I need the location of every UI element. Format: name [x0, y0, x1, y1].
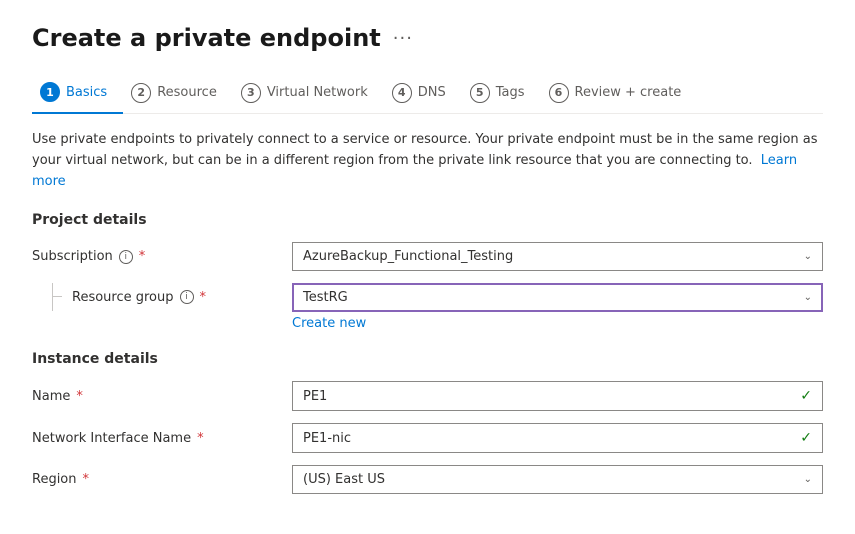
- resource-group-dropdown[interactable]: TestRG ⌄: [292, 283, 823, 312]
- step-number-virtual-network: 3: [241, 83, 261, 103]
- step-number-review-create: 6: [549, 83, 569, 103]
- resource-group-label-area: Resource group i: [32, 283, 292, 311]
- description-body: Use private endpoints to privately conne…: [32, 132, 818, 168]
- resource-group-value: TestRG: [303, 290, 348, 305]
- name-input[interactable]: PE1 ✓: [292, 381, 823, 411]
- region-dropdown-wrapper: (US) East US ⌄: [292, 465, 823, 494]
- wizard-nav: 1 Basics 2 Resource 3 Virtual Network 4 …: [32, 72, 823, 114]
- create-new-link[interactable]: Create new: [292, 316, 366, 331]
- resource-group-info-icon[interactable]: i: [180, 290, 194, 304]
- network-interface-input[interactable]: PE1-nic ✓: [292, 423, 823, 453]
- network-interface-row: Network Interface Name PE1-nic ✓: [32, 423, 823, 453]
- instance-details-section: Instance details Name PE1 ✓ Network Inte…: [32, 351, 823, 494]
- wizard-step-virtual-network[interactable]: 3 Virtual Network: [233, 73, 384, 113]
- network-interface-label: Network Interface Name: [32, 431, 292, 446]
- region-dropdown[interactable]: (US) East US ⌄: [292, 465, 823, 494]
- step-number-dns: 4: [392, 83, 412, 103]
- subscription-value: AzureBackup_Functional_Testing: [303, 249, 513, 264]
- wizard-step-tags[interactable]: 5 Tags: [462, 73, 541, 113]
- name-check-icon: ✓: [800, 388, 812, 404]
- wizard-step-review-create[interactable]: 6 Review + create: [541, 73, 698, 113]
- description-text: Use private endpoints to privately conne…: [32, 130, 823, 192]
- project-details-section: Project details Subscription i AzureBack…: [32, 212, 823, 331]
- step-number-resource: 2: [131, 83, 151, 103]
- network-interface-check-icon: ✓: [800, 430, 812, 446]
- subscription-row: Subscription i AzureBackup_Functional_Te…: [32, 242, 823, 271]
- step-label-dns: DNS: [418, 85, 446, 100]
- region-value: (US) East US: [303, 472, 385, 487]
- step-label-virtual-network: Virtual Network: [267, 85, 368, 100]
- region-dropdown-arrow: ⌄: [804, 474, 812, 485]
- subscription-dropdown-arrow: ⌄: [804, 251, 812, 262]
- page-header: Create a private endpoint ···: [32, 24, 823, 52]
- subscription-dropdown-wrapper: AzureBackup_Functional_Testing ⌄: [292, 242, 823, 271]
- instance-details-title: Instance details: [32, 351, 823, 367]
- subscription-dropdown[interactable]: AzureBackup_Functional_Testing ⌄: [292, 242, 823, 271]
- resource-group-dropdown-arrow: ⌄: [804, 292, 812, 303]
- wizard-step-resource[interactable]: 2 Resource: [123, 73, 233, 113]
- network-interface-value: PE1-nic: [303, 431, 351, 446]
- subscription-label: Subscription i: [32, 249, 292, 264]
- step-label-basics: Basics: [66, 85, 107, 100]
- step-number-tags: 5: [470, 83, 490, 103]
- resource-group-dropdown-wrapper: TestRG ⌄ Create new: [292, 283, 823, 331]
- network-interface-input-wrapper: PE1-nic ✓: [292, 423, 823, 453]
- ellipsis-menu-button[interactable]: ···: [393, 28, 413, 49]
- name-input-wrapper: PE1 ✓: [292, 381, 823, 411]
- project-details-title: Project details: [32, 212, 823, 228]
- step-number-basics: 1: [40, 82, 60, 102]
- page-title: Create a private endpoint: [32, 24, 381, 52]
- step-label-tags: Tags: [496, 85, 525, 100]
- name-value: PE1: [303, 389, 327, 404]
- region-label: Region: [32, 472, 292, 487]
- wizard-step-dns[interactable]: 4 DNS: [384, 73, 462, 113]
- resource-group-row: Resource group i TestRG ⌄ Create new: [32, 283, 823, 331]
- step-label-review-create: Review + create: [575, 85, 682, 100]
- subscription-info-icon[interactable]: i: [119, 250, 133, 264]
- name-row: Name PE1 ✓: [32, 381, 823, 411]
- resource-group-label: Resource group i: [66, 290, 206, 305]
- region-row: Region (US) East US ⌄: [32, 465, 823, 494]
- wizard-step-basics[interactable]: 1 Basics: [32, 72, 123, 114]
- name-label: Name: [32, 389, 292, 404]
- step-label-resource: Resource: [157, 85, 217, 100]
